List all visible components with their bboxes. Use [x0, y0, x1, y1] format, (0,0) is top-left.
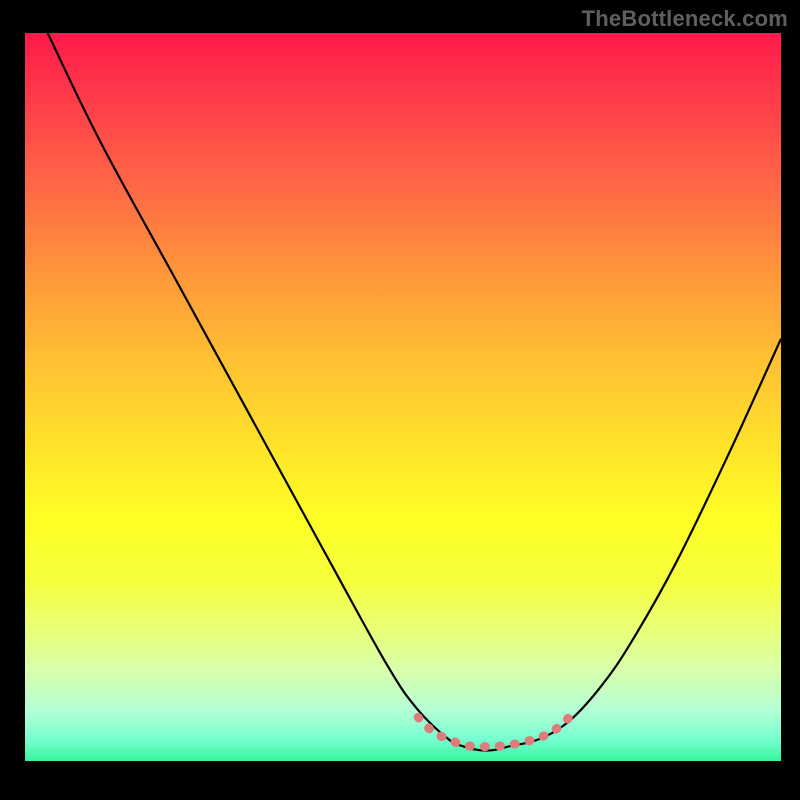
- bottleneck-chart: [0, 0, 800, 800]
- highlight-dots: [418, 717, 569, 746]
- bottleneck-curve-line: [48, 33, 781, 751]
- watermark-text: TheBottleneck.com: [582, 6, 788, 32]
